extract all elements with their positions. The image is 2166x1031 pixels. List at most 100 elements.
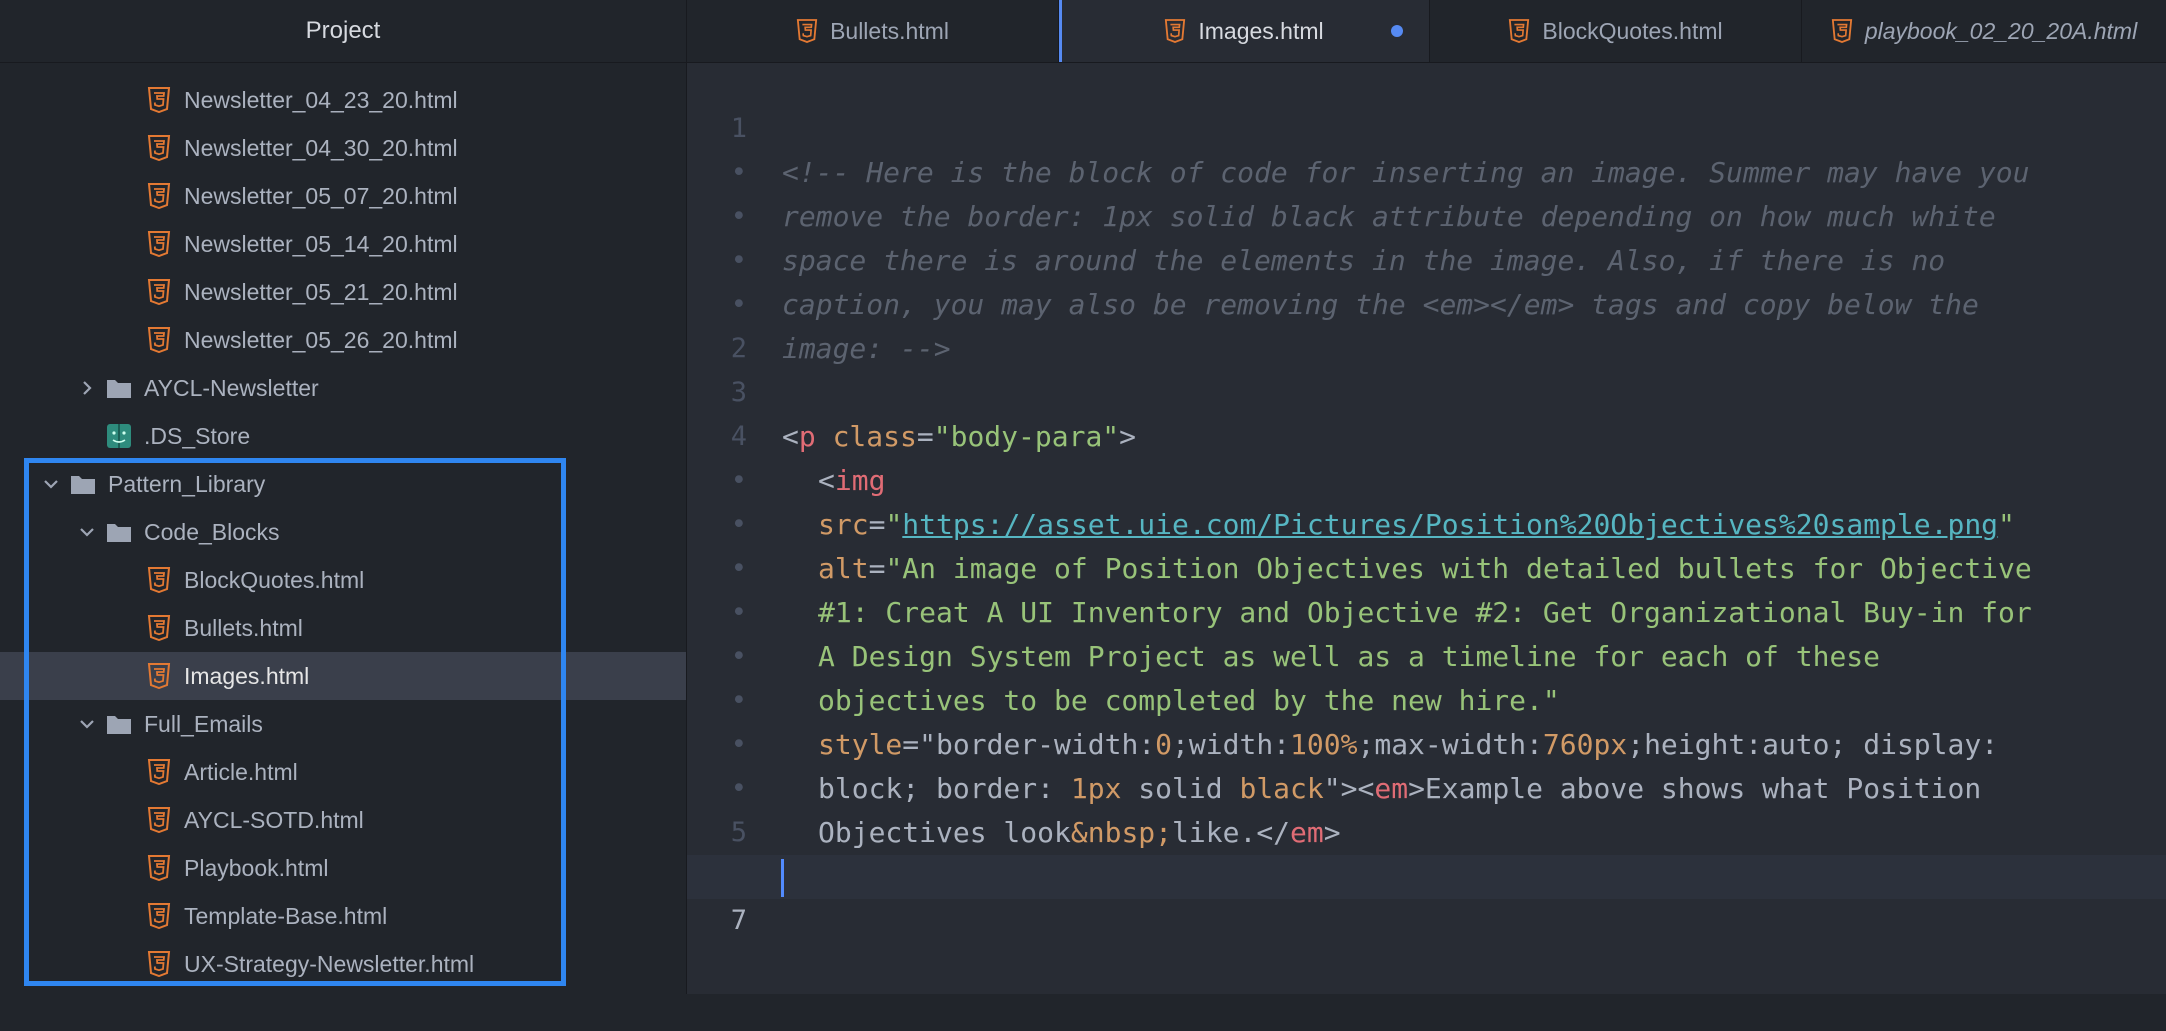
code-line: • caption, you may also be removing the … (687, 195, 2166, 321)
tree-item-label: .DS_Store (144, 422, 251, 449)
html5-icon (1831, 19, 1855, 43)
panel-title-text: Project (305, 17, 381, 44)
folder-open-icon (70, 471, 96, 497)
folder-open-icon (106, 711, 132, 737)
tree-item-label: Newsletter_04_23_20.html (184, 86, 458, 113)
tab-label: BlockQuotes.html (1542, 17, 1723, 44)
code-line: 6 (687, 811, 2166, 892)
code-line: • Objectives look&nbsp;like.</em> (687, 723, 2166, 849)
panel-header: Project (0, 0, 686, 63)
tree-item-label: Images.html (184, 662, 310, 689)
code-line: • src="https://asset.uie.com/Pictures/Po… (687, 415, 2166, 541)
tree-item-file[interactable]: Newsletter_04_23_20.html (0, 76, 686, 124)
tree-item-file-selected[interactable]: Images.html (0, 652, 686, 700)
tree-item-label: Newsletter_05_21_20.html (184, 278, 458, 305)
tree-item-folder[interactable]: Full_Emails (0, 700, 686, 748)
tree-item-file[interactable]: Newsletter_05_14_20.html (0, 220, 686, 268)
tree-item-file[interactable]: AYCL-SOTD.html (0, 796, 686, 844)
code-line: • remove the border: 1px solid black att… (687, 107, 2166, 233)
code-line: • A Design System Project as well as a t… (687, 547, 2166, 673)
tree-item-label: Bullets.html (184, 614, 303, 641)
project-tree-panel: Project Newsletter_04_23_20.html Newslet… (0, 0, 687, 994)
tree-item-label: Pattern_Library (108, 470, 266, 497)
tree-item-label: AYCL-Newsletter (144, 374, 319, 401)
code-line: • image: --> (687, 239, 2166, 365)
modified-indicator-icon[interactable] (1391, 25, 1403, 37)
html5-icon (1508, 19, 1532, 43)
tree-item-file[interactable]: Bullets.html (0, 604, 686, 652)
tree-item-file[interactable]: Playbook.html (0, 844, 686, 892)
tree-item-label: Newsletter_05_07_20.html (184, 182, 458, 209)
tab-label: Bullets.html (830, 17, 949, 44)
html5-icon (146, 663, 172, 689)
chevron-down-icon[interactable] (76, 521, 98, 543)
tree-item-file[interactable]: Newsletter_05_07_20.html (0, 172, 686, 220)
tree-item-file[interactable]: UX-Strategy-Newsletter.html (0, 940, 686, 988)
tree-item-label: Newsletter_05_14_20.html (184, 230, 458, 257)
tree-item-file[interactable]: Newsletter_04_30_20.html (0, 124, 686, 172)
tab-playbook-preview[interactable]: playbook_02_20_20A.html (1802, 0, 2166, 62)
code-line: 2 (687, 283, 2166, 364)
code-line: 5 </p> (687, 767, 2166, 893)
html5-icon (146, 615, 172, 641)
tree-item-label: Newsletter_04_30_20.html (184, 134, 458, 161)
html5-icon (146, 807, 172, 833)
code-line: • objectives to be completed by the new … (687, 591, 2166, 717)
html5-icon (1164, 19, 1188, 43)
html5-icon (796, 19, 820, 43)
code-line: • alt="An image of Position Objectives w… (687, 459, 2166, 585)
code-line-current: 7 (687, 855, 2166, 936)
finder-icon (106, 423, 132, 449)
chevron-right-icon[interactable] (76, 377, 98, 399)
tab-label: playbook_02_20_20A.html (1864, 17, 2138, 44)
code-line: • block; border: 1px solid black"><em>Ex… (687, 679, 2166, 805)
code-line: • #1: Creat A UI Inventory and Objective… (687, 503, 2166, 629)
tree-item-label: Newsletter_05_26_20.html (184, 326, 458, 353)
tab-blockquotes[interactable]: BlockQuotes.html (1430, 0, 1802, 62)
code-line: • space there is around the elements in … (687, 151, 2166, 277)
folder-icon (106, 375, 132, 401)
tree-item-folder[interactable]: AYCL-Newsletter (0, 364, 686, 412)
html5-icon (146, 183, 172, 209)
tree-item-folder[interactable]: Pattern_Library (0, 460, 686, 508)
html5-icon (146, 279, 172, 305)
html5-icon (146, 567, 172, 593)
tree-item-label: Article.html (184, 758, 298, 785)
html5-icon (146, 87, 172, 113)
text-cursor (781, 859, 784, 897)
tree-item-file[interactable]: Template-Base.html (0, 892, 686, 940)
code-line: 1 <!-- Here is the block of code for ins… (687, 63, 2166, 189)
line-number: 7 (730, 905, 747, 936)
tree-item-file[interactable]: BlockQuotes.html (0, 556, 686, 604)
tab-images[interactable]: Images.html (1059, 0, 1430, 62)
tab-bullets[interactable]: Bullets.html (687, 0, 1059, 62)
code-line: • style="border-width:0;width:100%;max-w… (687, 635, 2166, 761)
tab-bar: Bullets.html Images.html BlockQuotes.htm… (687, 0, 2166, 63)
tree-item-label: AYCL-SOTD.html (184, 806, 364, 833)
html5-icon (146, 135, 172, 161)
html5-icon (146, 855, 172, 881)
tree-item-label: Full_Emails (144, 710, 263, 737)
chevron-down-icon[interactable] (40, 473, 62, 495)
tree-item-file[interactable]: Article.html (0, 748, 686, 796)
tree-item-label: BlockQuotes.html (184, 566, 365, 593)
tree-item-file[interactable]: Newsletter_05_26_20.html (0, 316, 686, 364)
tree-item-label: UX-Strategy-Newsletter.html (184, 950, 475, 977)
tree-item-file[interactable]: .DS_Store (0, 412, 686, 460)
code-line: 3 <p class="body-para"> (687, 327, 2166, 453)
html5-icon (146, 327, 172, 353)
tree-item-label: Template-Base.html (184, 902, 388, 929)
code-line: 4 <img (687, 371, 2166, 497)
tree-item-file[interactable]: Newsletter_05_21_20.html (0, 268, 686, 316)
html5-icon (146, 903, 172, 929)
html5-icon (146, 759, 172, 785)
tree-item-folder[interactable]: Code_Blocks (0, 508, 686, 556)
html5-icon (146, 951, 172, 977)
tree-item-label: Code_Blocks (144, 518, 280, 545)
tab-label: Images.html (1198, 17, 1324, 44)
folder-open-icon (106, 519, 132, 545)
chevron-down-icon[interactable] (76, 713, 98, 735)
code-editor[interactable]: 1 <!-- Here is the block of code for ins… (687, 63, 2166, 994)
tree-item-label: Playbook.html (184, 854, 329, 881)
html5-icon (146, 231, 172, 257)
